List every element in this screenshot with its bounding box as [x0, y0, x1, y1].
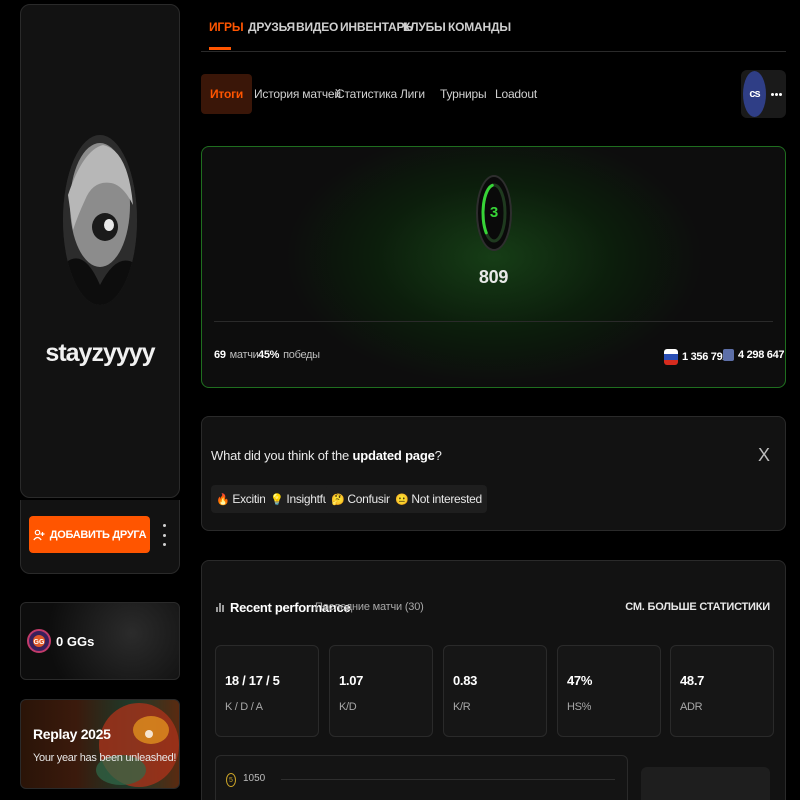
- feedback-option-not-interested[interactable]: 😐 Not interested: [390, 485, 487, 513]
- feedback-question-prefix: What did you think of the: [211, 448, 353, 463]
- country-rank-value: 1 356 792: [682, 351, 729, 363]
- winrate-stat: 45% победы: [258, 349, 320, 361]
- friend-actions: ДОБАВИТЬ ДРУГА: [20, 500, 180, 574]
- replay-subtitle: Your year has been unleashed!: [33, 752, 177, 764]
- world-rank[interactable]: 4 298 647: [723, 349, 785, 361]
- graph-gridline: [281, 779, 615, 780]
- stat-tile-hs: 47% HS%: [557, 645, 661, 737]
- elo-graph: 5 1050: [215, 755, 628, 800]
- add-friend-label: ДОБАВИТЬ ДРУГА: [49, 528, 147, 541]
- country-rank[interactable]: 1 356 792: [664, 349, 729, 365]
- stat-label: K / D / A: [225, 701, 263, 713]
- avatar[interactable]: [63, 135, 137, 305]
- feedback-option-label: Not interested: [411, 492, 482, 506]
- ggs-card[interactable]: GG 0 GGs: [20, 602, 180, 680]
- active-tab-indicator: [209, 47, 231, 50]
- ggs-count: 0 GGs: [56, 634, 95, 649]
- subtab-loadout[interactable]: Loadout: [486, 74, 546, 114]
- tab-games[interactable]: ИГРЫ: [209, 20, 244, 34]
- tab-inventory[interactable]: ИНВЕНТАРЬ: [340, 20, 413, 34]
- stat-value: 1.07: [339, 673, 364, 688]
- tab-teams[interactable]: КОМАНДЫ: [448, 20, 511, 34]
- stat-label: HS%: [567, 701, 592, 713]
- replay-banner[interactable]: Replay 2025 Your year has been unleashed…: [20, 699, 180, 789]
- stat-tile-adr: 48.7 ADR: [670, 645, 774, 737]
- add-user-icon: [33, 529, 45, 540]
- feedback-question: What did you think of the updated page?: [211, 448, 442, 463]
- matches-label: матчи: [229, 349, 259, 361]
- neutral-face-icon: 😐: [395, 493, 409, 506]
- skill-level-badge: 3: [476, 175, 512, 251]
- stat-tile-kda: 18 / 17 / 5 K / D / A: [215, 645, 319, 737]
- game-menu-icon: [771, 93, 782, 96]
- stat-label: K/D: [339, 701, 357, 713]
- subtab-leagues[interactable]: Лиги: [391, 74, 434, 114]
- stat-value: 0.83: [453, 673, 478, 688]
- matches-stat: 69 матчи: [214, 349, 259, 361]
- bar-chart-icon: [216, 602, 225, 612]
- svg-text:GG: GG: [34, 639, 45, 646]
- more-options-icon[interactable]: [161, 524, 167, 546]
- matches-count: 69: [214, 349, 226, 361]
- feedback-question-bold: updated page: [352, 448, 435, 463]
- cs-game-icon: cs: [743, 71, 766, 117]
- profile-card: stayzyyyy: [20, 4, 180, 498]
- stat-label: K/R: [453, 701, 471, 713]
- lightbulb-icon: 💡: [270, 493, 284, 506]
- performance-subtitle: Последние матчи (30): [315, 601, 424, 613]
- tab-clubs[interactable]: КЛУБЫ: [403, 20, 446, 34]
- avatar-image: [63, 135, 137, 305]
- tab-friends[interactable]: ДРУЗЬЯ: [248, 20, 295, 34]
- divider: [214, 321, 773, 322]
- russia-flag-icon: [664, 349, 678, 365]
- add-friend-button[interactable]: ДОБАВИТЬ ДРУГА: [29, 516, 150, 553]
- winrate-label: победы: [283, 349, 320, 361]
- fire-icon: 🔥: [216, 493, 230, 506]
- replay-artwork: [96, 703, 179, 787]
- stat-tile-kr: 0.83 K/R: [443, 645, 547, 737]
- level-badge-icon: 5: [226, 773, 236, 787]
- world-rank-value: 4 298 647: [738, 349, 785, 361]
- stat-value: 47%: [567, 673, 593, 688]
- game-selector[interactable]: cs: [741, 70, 786, 118]
- graph-axis-value: 1050: [243, 773, 266, 784]
- winrate-value: 45%: [258, 349, 280, 361]
- close-icon[interactable]: X: [758, 445, 770, 466]
- gg-badge-icon: GG: [27, 629, 51, 653]
- top-navigation: ИГРЫ ДРУЗЬЯ ВИДЕО ИНВЕНТАРЬ КЛУБЫ КОМАНД…: [201, 0, 786, 52]
- match-results-panel: [641, 767, 770, 800]
- stat-label: ADR: [680, 701, 703, 713]
- elo-value: 809: [478, 267, 509, 287]
- feedback-option-label: Insightful: [286, 492, 332, 506]
- tab-video[interactable]: ВИДЕО: [296, 20, 338, 34]
- feedback-question-suffix: ?: [434, 448, 442, 463]
- stat-tile-kd: 1.07 K/D: [329, 645, 433, 737]
- stat-value: 48.7: [680, 673, 705, 688]
- skill-level-number: 3: [489, 204, 499, 221]
- stat-value: 18 / 17 / 5: [225, 673, 280, 688]
- see-more-stats-link[interactable]: СМ. БОЛЬШЕ СТАТИСТИКИ: [625, 601, 770, 613]
- recent-performance-card: Recent performance Последние матчи (30) …: [201, 560, 786, 800]
- globe-icon: [723, 349, 734, 361]
- feedback-card: What did you think of the updated page? …: [201, 416, 786, 531]
- thinking-face-icon: 🤔: [331, 493, 345, 506]
- skill-level-card: 3 809 69 матчи 45% победы 1 356 792 4 29…: [201, 146, 786, 388]
- replay-title: Replay 2025: [33, 726, 111, 742]
- username: stayzyyyy: [45, 339, 155, 367]
